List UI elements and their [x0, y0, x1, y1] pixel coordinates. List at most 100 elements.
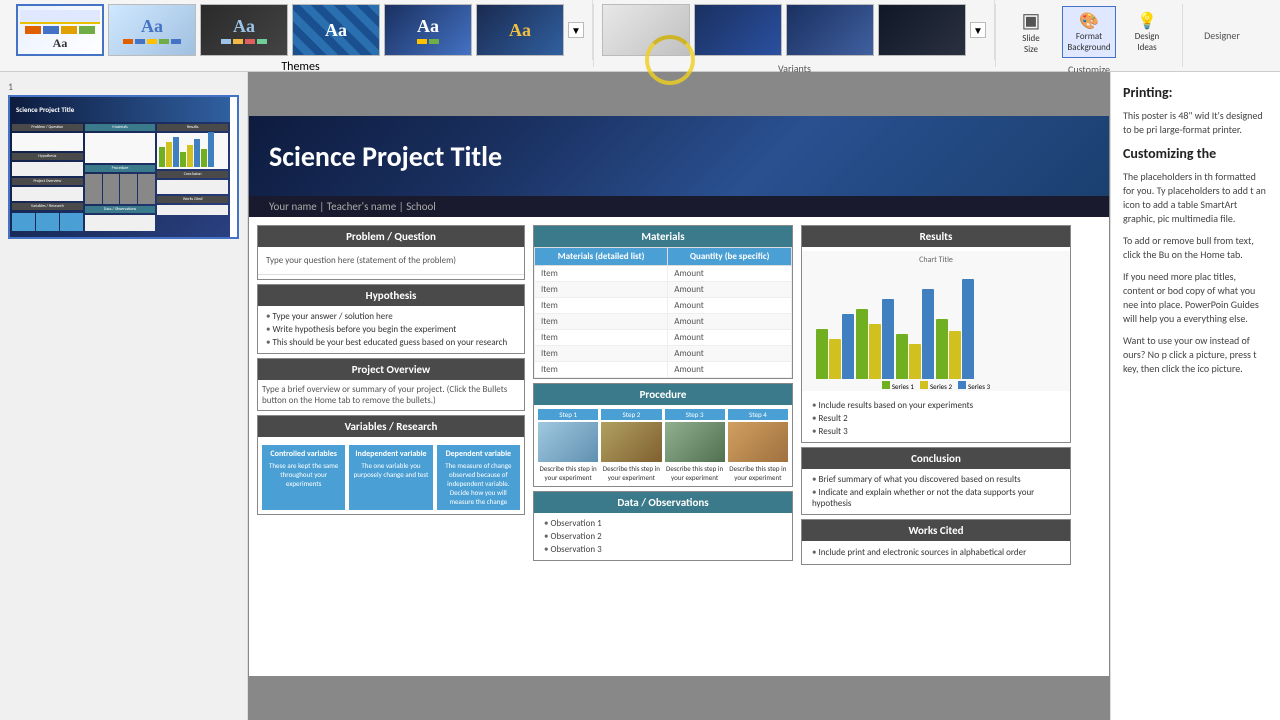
dependent-variable-box[interactable]: Dependent variable The measure of change… — [437, 445, 520, 510]
step-4-image — [728, 422, 788, 462]
hypothesis-bullet-1[interactable]: Type your answer / solution here — [262, 310, 520, 323]
theme-5[interactable]: Aa — [384, 4, 472, 56]
slide: Science Project Title Your name | Teache… — [249, 116, 1109, 676]
qty-cell: Amount — [668, 298, 792, 314]
overview-text[interactable]: Type a brief overview or summary of your… — [258, 380, 524, 410]
printing-title: Printing: — [1123, 84, 1268, 101]
format-background-icon: 🎨 — [1079, 11, 1099, 31]
variants-collapse[interactable]: ▼ — [970, 22, 986, 38]
step-1[interactable]: Step 1 Describe this step in your experi… — [538, 409, 598, 482]
hypothesis-bullets: Type your answer / solution here Write h… — [258, 306, 524, 353]
slide-title[interactable]: Science Project Title — [269, 139, 502, 174]
slide-thumbnail[interactable]: Science Project Title Problem / Question… — [8, 95, 239, 239]
step-3-label: Step 3 — [665, 409, 725, 420]
independent-variable-text: The one variable you purposely change an… — [353, 461, 428, 479]
table-row[interactable]: ItemAmount — [535, 282, 792, 298]
theme-1-label: Aa — [53, 36, 68, 51]
table-row[interactable]: ItemAmount — [535, 298, 792, 314]
variant-4[interactable] — [878, 4, 966, 56]
hypothesis-bullet-3[interactable]: This should be your best educated guess … — [262, 336, 520, 349]
chart-title: Chart Title — [806, 255, 1066, 265]
variables-grid: Controlled variables These are kept the … — [258, 441, 524, 514]
conclusion-bullet-1[interactable]: Brief summary of what you discovered bas… — [806, 473, 1066, 486]
procedure-section: Procedure Step 1 Describe this step in y… — [533, 383, 793, 487]
steps-grid: Step 1 Describe this step in your experi… — [534, 405, 792, 486]
item-cell: Item — [535, 330, 668, 346]
variant-2[interactable] — [694, 4, 782, 56]
customizing-text-2: To add or remove bull from text, click t… — [1123, 234, 1268, 262]
bar-group-3 — [896, 289, 934, 379]
bar-g4-yellow — [949, 331, 961, 379]
works-cited-content: Include print and electronic sources in … — [802, 541, 1070, 564]
theme-3[interactable]: Aa — [200, 4, 288, 56]
theme-1[interactable]: Aa — [16, 4, 104, 56]
step-1-image — [538, 422, 598, 462]
design-ideas-button[interactable]: 💡 DesignIdeas — [1120, 7, 1174, 57]
loading-spinner — [640, 30, 700, 90]
item-cell: Item — [535, 314, 668, 330]
step-4-label: Step 4 — [728, 409, 788, 420]
results-header: Results — [802, 226, 1070, 247]
themes-gallery: Aa Aa Aa — [8, 0, 593, 60]
step-2-text: Describe this step in your experiment — [601, 464, 661, 482]
works-cited-text[interactable]: Include print and electronic sources in … — [806, 545, 1066, 560]
independent-variable-box[interactable]: Independent variable The one variable yo… — [349, 445, 432, 510]
conclusion-bullet-2[interactable]: Indicate and explain whether or not the … — [806, 486, 1066, 510]
problem-header: Problem / Question — [258, 226, 524, 247]
works-cited-header: Works Cited — [802, 520, 1070, 541]
step-2[interactable]: Step 2 Describe this step in your experi… — [601, 409, 661, 482]
result-bullet-3[interactable]: Result 3 — [806, 425, 1066, 438]
conclusion-bullets: Brief summary of what you discovered bas… — [802, 469, 1070, 514]
customizing-title: Customizing the — [1123, 145, 1268, 162]
variant-3[interactable] — [786, 4, 874, 56]
dependent-variable-label: Dependent variable — [441, 449, 516, 459]
bar-g1-blue — [842, 314, 854, 379]
slide-size-button[interactable]: ▣ SlideSize — [1004, 4, 1058, 59]
item-cell: Item — [535, 346, 668, 362]
step-3[interactable]: Step 3 Describe this step in your experi… — [665, 409, 725, 482]
controlled-variable-box[interactable]: Controlled variables These are kept the … — [262, 445, 345, 510]
designer-button[interactable]: Designer — [1195, 25, 1249, 46]
table-row[interactable]: ItemAmount — [535, 330, 792, 346]
result-bullet-2[interactable]: Result 2 — [806, 412, 1066, 425]
step-4-text: Describe this step in your experiment — [728, 464, 788, 482]
bar-group-1 — [816, 314, 854, 379]
bar-g1-green — [816, 329, 828, 379]
theme-6[interactable]: Aa — [476, 4, 564, 56]
bar-g2-blue — [882, 299, 894, 379]
hypothesis-header: Hypothesis — [258, 285, 524, 306]
slide-size-icon: ▣ — [1022, 8, 1041, 33]
table-row[interactable]: ItemAmount — [535, 314, 792, 330]
theme-2[interactable]: Aa — [108, 4, 196, 56]
table-row[interactable]: ItemAmount — [535, 346, 792, 362]
result-bullet-1[interactable]: Include results based on your experiment… — [806, 399, 1066, 412]
themes-collapse[interactable]: ▼ — [568, 22, 584, 38]
step-3-image — [665, 422, 725, 462]
procedure-header: Procedure — [534, 384, 792, 405]
slide-subtitle[interactable]: Your name | Teacher's name | School — [249, 196, 1109, 217]
step-2-image — [601, 422, 661, 462]
chart-bars — [806, 269, 1066, 379]
slide-editor: Science Project Title Your name | Teache… — [248, 72, 1110, 720]
bar-g3-yellow — [909, 344, 921, 379]
observation-3[interactable]: Observation 3 — [538, 543, 788, 556]
results-section: Results Chart Title — [801, 225, 1071, 443]
observation-1[interactable]: Observation 1 — [538, 517, 788, 530]
observation-2[interactable]: Observation 2 — [538, 530, 788, 543]
table-row[interactable]: ItemAmount — [535, 266, 792, 282]
table-row[interactable]: ItemAmount — [535, 362, 792, 378]
hypothesis-bullet-2[interactable]: Write hypothesis before you begin the ex… — [262, 323, 520, 336]
format-background-button[interactable]: 🎨 FormatBackground — [1062, 6, 1116, 58]
theme-4[interactable]: Aa — [292, 4, 380, 56]
results-chart[interactable]: Chart Title — [802, 251, 1070, 391]
printing-text: This poster is 48" wid It's designed to … — [1123, 109, 1268, 137]
slide-size-label: SlideSize — [1022, 33, 1039, 55]
step-2-label: Step 2 — [601, 409, 661, 420]
problem-section: Problem / Question Type your question he… — [257, 225, 525, 280]
results-bullets: Include results based on your experiment… — [802, 395, 1070, 442]
problem-text[interactable]: Type your question here (statement of th… — [258, 247, 524, 275]
step-4[interactable]: Step 4 Describe this step in your experi… — [728, 409, 788, 482]
chart-legend: Series 1 Series 2 Series 3 — [806, 381, 1066, 391]
format-background-label: FormatBackground — [1067, 31, 1110, 53]
materials-col1: Materials (detailed list) — [535, 248, 668, 266]
